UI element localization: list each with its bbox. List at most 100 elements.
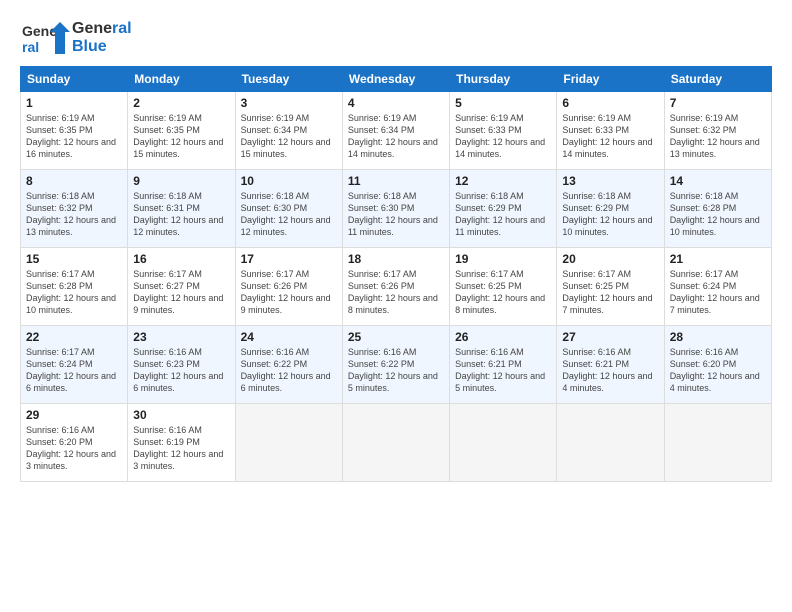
day-number: 9 <box>133 174 229 188</box>
day-number: 21 <box>670 252 766 266</box>
day-info: Sunrise: 6:17 AMSunset: 6:25 PMDaylight:… <box>455 268 551 317</box>
day-info: Sunrise: 6:16 AMSunset: 6:23 PMDaylight:… <box>133 346 229 395</box>
calendar-cell: 2 Sunrise: 6:19 AMSunset: 6:35 PMDaylight… <box>128 92 235 170</box>
day-number: 18 <box>348 252 444 266</box>
calendar-cell: 26 Sunrise: 6:16 AMSunset: 6:21 PMDayligh… <box>450 326 557 404</box>
weekday-monday: Monday <box>128 67 235 92</box>
calendar-cell <box>664 404 771 482</box>
day-info: Sunrise: 6:16 AMSunset: 6:22 PMDaylight:… <box>241 346 337 395</box>
day-number: 15 <box>26 252 122 266</box>
day-info: Sunrise: 6:17 AMSunset: 6:26 PMDaylight:… <box>241 268 337 317</box>
day-number: 25 <box>348 330 444 344</box>
logo-svg: Gene ral <box>20 18 70 58</box>
calendar-cell: 29 Sunrise: 6:16 AMSunset: 6:20 PMDayligh… <box>21 404 128 482</box>
day-info: Sunrise: 6:19 AMSunset: 6:35 PMDaylight:… <box>26 112 122 161</box>
day-info: Sunrise: 6:18 AMSunset: 6:32 PMDaylight:… <box>26 190 122 239</box>
calendar-cell: 23 Sunrise: 6:16 AMSunset: 6:23 PMDayligh… <box>128 326 235 404</box>
day-number: 4 <box>348 96 444 110</box>
day-info: Sunrise: 6:19 AMSunset: 6:34 PMDaylight:… <box>241 112 337 161</box>
day-info: Sunrise: 6:19 AMSunset: 6:32 PMDaylight:… <box>670 112 766 161</box>
calendar-cell: 22 Sunrise: 6:17 AMSunset: 6:24 PMDayligh… <box>21 326 128 404</box>
calendar-cell <box>450 404 557 482</box>
week-row-2: 8 Sunrise: 6:18 AMSunset: 6:32 PMDaylight… <box>21 170 772 248</box>
day-info: Sunrise: 6:19 AMSunset: 6:33 PMDaylight:… <box>562 112 658 161</box>
calendar-cell <box>235 404 342 482</box>
calendar-cell: 16 Sunrise: 6:17 AMSunset: 6:27 PMDayligh… <box>128 248 235 326</box>
day-number: 13 <box>562 174 658 188</box>
calendar-cell: 30 Sunrise: 6:16 AMSunset: 6:19 PMDayligh… <box>128 404 235 482</box>
weekday-friday: Friday <box>557 67 664 92</box>
day-info: Sunrise: 6:18 AMSunset: 6:30 PMDaylight:… <box>241 190 337 239</box>
day-info: Sunrise: 6:18 AMSunset: 6:31 PMDaylight:… <box>133 190 229 239</box>
calendar-cell: 6Sunrise: 6:19 AMSunset: 6:33 PMDaylight… <box>557 92 664 170</box>
calendar-cell <box>557 404 664 482</box>
week-row-1: 1 Sunrise: 6:19 AMSunset: 6:35 PMDaylight… <box>21 92 772 170</box>
logo: Gene ral General Blue <box>20 18 132 58</box>
day-number: 22 <box>26 330 122 344</box>
day-info: Sunrise: 6:16 AMSunset: 6:21 PMDaylight:… <box>455 346 551 395</box>
day-number: 27 <box>562 330 658 344</box>
day-number: 23 <box>133 330 229 344</box>
day-number: 19 <box>455 252 551 266</box>
day-info: Sunrise: 6:16 AMSunset: 6:20 PMDaylight:… <box>26 424 122 473</box>
day-number: 14 <box>670 174 766 188</box>
day-number: 28 <box>670 330 766 344</box>
day-info: Sunrise: 6:17 AMSunset: 6:28 PMDaylight:… <box>26 268 122 317</box>
weekday-tuesday: Tuesday <box>235 67 342 92</box>
calendar-cell: 28 Sunrise: 6:16 AMSunset: 6:20 PMDayligh… <box>664 326 771 404</box>
calendar-cell: 11 Sunrise: 6:18 AMSunset: 6:30 PMDayligh… <box>342 170 449 248</box>
calendar-cell: 1 Sunrise: 6:19 AMSunset: 6:35 PMDaylight… <box>21 92 128 170</box>
header: Gene ral General Blue <box>20 18 772 58</box>
calendar-cell: 18 Sunrise: 6:17 AMSunset: 6:26 PMDayligh… <box>342 248 449 326</box>
calendar-cell: 17 Sunrise: 6:17 AMSunset: 6:26 PMDayligh… <box>235 248 342 326</box>
calendar-cell: 13 Sunrise: 6:18 AMSunset: 6:29 PMDayligh… <box>557 170 664 248</box>
day-info: Sunrise: 6:18 AMSunset: 6:28 PMDaylight:… <box>670 190 766 239</box>
calendar-cell: 7Sunrise: 6:19 AMSunset: 6:32 PMDaylight… <box>664 92 771 170</box>
day-number: 3 <box>241 96 337 110</box>
svg-text:ral: ral <box>22 39 39 55</box>
calendar-table: SundayMondayTuesdayWednesdayThursdayFrid… <box>20 66 772 482</box>
weekday-header-row: SundayMondayTuesdayWednesdayThursdayFrid… <box>21 67 772 92</box>
day-info: Sunrise: 6:17 AMSunset: 6:24 PMDaylight:… <box>670 268 766 317</box>
calendar-cell: 19 Sunrise: 6:17 AMSunset: 6:25 PMDayligh… <box>450 248 557 326</box>
day-number: 1 <box>26 96 122 110</box>
day-info: Sunrise: 6:19 AMSunset: 6:33 PMDaylight:… <box>455 112 551 161</box>
calendar-cell: 14 Sunrise: 6:18 AMSunset: 6:28 PMDayligh… <box>664 170 771 248</box>
calendar-cell: 9 Sunrise: 6:18 AMSunset: 6:31 PMDaylight… <box>128 170 235 248</box>
calendar-cell: 12Sunrise: 6:18 AMSunset: 6:29 PMDayligh… <box>450 170 557 248</box>
day-number: 26 <box>455 330 551 344</box>
day-info: Sunrise: 6:16 AMSunset: 6:22 PMDaylight:… <box>348 346 444 395</box>
calendar-cell: 20 Sunrise: 6:17 AMSunset: 6:25 PMDayligh… <box>557 248 664 326</box>
calendar-cell: 15 Sunrise: 6:17 AMSunset: 6:28 PMDayligh… <box>21 248 128 326</box>
calendar-cell <box>342 404 449 482</box>
day-info: Sunrise: 6:19 AMSunset: 6:34 PMDaylight:… <box>348 112 444 161</box>
page: Gene ral General Blue SundayMondayTuesda… <box>0 0 792 612</box>
day-number: 20 <box>562 252 658 266</box>
calendar-cell: 25 Sunrise: 6:16 AMSunset: 6:22 PMDayligh… <box>342 326 449 404</box>
day-info: Sunrise: 6:17 AMSunset: 6:25 PMDaylight:… <box>562 268 658 317</box>
day-info: Sunrise: 6:19 AMSunset: 6:35 PMDaylight:… <box>133 112 229 161</box>
day-number: 17 <box>241 252 337 266</box>
day-number: 10 <box>241 174 337 188</box>
day-info: Sunrise: 6:17 AMSunset: 6:26 PMDaylight:… <box>348 268 444 317</box>
day-info: Sunrise: 6:18 AMSunset: 6:29 PMDaylight:… <box>455 190 551 239</box>
day-info: Sunrise: 6:18 AMSunset: 6:29 PMDaylight:… <box>562 190 658 239</box>
day-info: Sunrise: 6:16 AMSunset: 6:20 PMDaylight:… <box>670 346 766 395</box>
day-info: Sunrise: 6:17 AMSunset: 6:27 PMDaylight:… <box>133 268 229 317</box>
day-number: 8 <box>26 174 122 188</box>
day-info: Sunrise: 6:17 AMSunset: 6:24 PMDaylight:… <box>26 346 122 395</box>
calendar-cell: 24 Sunrise: 6:16 AMSunset: 6:22 PMDayligh… <box>235 326 342 404</box>
day-number: 16 <box>133 252 229 266</box>
day-number: 11 <box>348 174 444 188</box>
day-number: 29 <box>26 408 122 422</box>
weekday-wednesday: Wednesday <box>342 67 449 92</box>
day-number: 24 <box>241 330 337 344</box>
day-info: Sunrise: 6:16 AMSunset: 6:19 PMDaylight:… <box>133 424 229 473</box>
calendar-cell: 27Sunrise: 6:16 AMSunset: 6:21 PMDayligh… <box>557 326 664 404</box>
calendar-cell: 3 Sunrise: 6:19 AMSunset: 6:34 PMDaylight… <box>235 92 342 170</box>
day-info: Sunrise: 6:18 AMSunset: 6:30 PMDaylight:… <box>348 190 444 239</box>
calendar-cell: 4 Sunrise: 6:19 AMSunset: 6:34 PMDaylight… <box>342 92 449 170</box>
calendar-cell: 5Sunrise: 6:19 AMSunset: 6:33 PMDaylight… <box>450 92 557 170</box>
day-number: 2 <box>133 96 229 110</box>
day-number: 30 <box>133 408 229 422</box>
